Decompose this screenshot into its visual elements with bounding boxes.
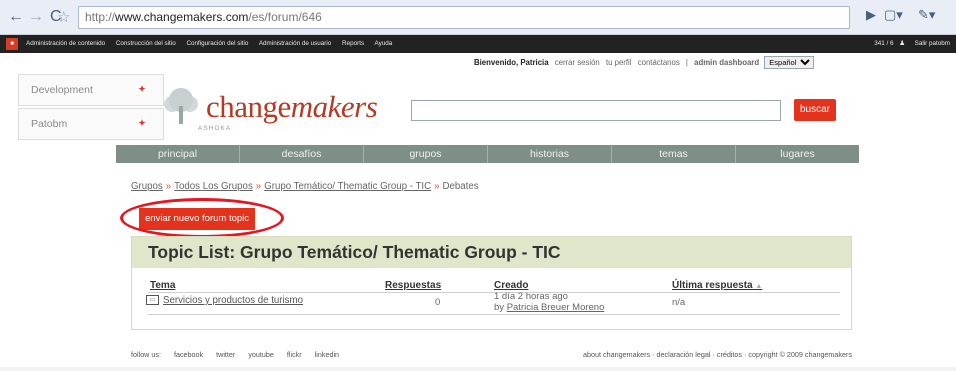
table-row: ▭ Servicios y productos de turismo (146, 295, 303, 306)
page-bottom-edge (0, 367, 956, 371)
admin-dashboard-link[interactable]: admin dashboard (694, 58, 759, 67)
breadcrumb-grupos[interactable]: Grupos (131, 181, 163, 192)
last-reply: n/a (672, 297, 686, 308)
play-icon[interactable]: ▶ (866, 7, 876, 23)
footer-link-flickr[interactable]: flickr (287, 350, 302, 359)
breadcrumb-separator: » (434, 181, 440, 192)
nav-item-grupos[interactable]: grupos (364, 145, 488, 163)
ashoka-label: ASHOKA (198, 125, 232, 132)
side-tab-label: Development (31, 84, 93, 96)
admin-menu-help[interactable]: Ayuda (375, 40, 393, 47)
column-header-ultima-respuesta[interactable]: Última respuesta ▲ (672, 280, 762, 291)
column-header-tema[interactable]: Tema (150, 280, 175, 291)
nav-item-lugares[interactable]: lugares (736, 145, 859, 163)
admin-menu-reports[interactable]: Reports (342, 40, 364, 47)
tools-menu-icon[interactable]: ✎▾ (918, 7, 935, 23)
profile-link[interactable]: tu perfil (606, 58, 632, 67)
nav-item-desafios[interactable]: desafíos (240, 145, 364, 163)
tree-logo-icon (164, 88, 198, 124)
topic-icon: ▭ (146, 295, 159, 306)
browser-toolbar: ← → C ☆ http://www.changemakers.com/es/f… (0, 0, 956, 35)
breadcrumb-current: Debates (442, 181, 479, 192)
topic-link[interactable]: Servicios y productos de turismo (163, 295, 303, 306)
bookmark-star-icon[interactable]: ☆ (57, 7, 70, 28)
replies-count: 0 (435, 297, 441, 308)
admin-logo-icon[interactable]: ■ (6, 38, 18, 50)
breadcrumb: Grupos» Todos Los Grupos» Grupo Temático/ … (131, 181, 479, 192)
search-button[interactable]: buscar (794, 99, 836, 121)
logout-link[interactable]: cerrar sesión (555, 58, 600, 67)
admin-menu-bar: ■ Administración de contenido Construcci… (0, 35, 956, 53)
footer-link-twitter[interactable]: twitter (216, 350, 235, 359)
topic-list-panel: Topic List: Grupo Temático/ Thematic Gro… (131, 236, 852, 330)
user-icon: ♟ (899, 40, 905, 47)
brand-part-makers: makers (290, 89, 378, 124)
url-domain: www.changemakers.com (115, 10, 249, 24)
brand-part-change: change (206, 89, 291, 124)
contact-link[interactable]: contáctanos (638, 58, 680, 67)
admin-menu-content[interactable]: Administración de contenido (26, 40, 105, 47)
breadcrumb-separator: » (165, 181, 172, 192)
sort-ascending-icon: ▲ (755, 283, 763, 290)
main-nav: principal desafíos grupos historias tema… (116, 145, 859, 163)
breadcrumb-grupo-tematico[interactable]: Grupo Temático/ Thematic Group - TIC (264, 181, 431, 192)
side-tab-patobm[interactable]: Patobm ✦ (18, 108, 164, 140)
nav-item-temas[interactable]: temas (612, 145, 736, 163)
new-forum-topic-button[interactable]: enviar nuevo forum topic (139, 208, 256, 230)
column-header-respuestas[interactable]: Respuestas (385, 280, 441, 291)
nav-item-historias[interactable]: historias (488, 145, 612, 163)
created-ago: 1 día 2 horas ago (494, 291, 568, 302)
admin-menu-site-config[interactable]: Configuración del sitio (186, 40, 248, 47)
admin-counter: 341 / 6 (874, 40, 894, 47)
footer-link-youtube[interactable]: youtube (248, 350, 274, 359)
side-tab-label: Patobm (31, 118, 68, 130)
admin-menu-site-building[interactable]: Construcción del sitio (116, 40, 176, 47)
created-by-prefix: by (494, 302, 505, 313)
url-prefix: http:// (85, 10, 116, 24)
user-links: Bienvenido, Patricia cerrar sesión tu pe… (474, 56, 815, 70)
topic-list-title: Topic List: Grupo Temático/ Thematic Gro… (148, 242, 561, 262)
side-tab-development[interactable]: Development ✦ (18, 74, 164, 106)
nav-item-principal[interactable]: principal (116, 145, 240, 163)
link-separator: | (685, 58, 688, 67)
language-select[interactable]: Español (764, 56, 815, 69)
welcome-text: Bienvenido, Patricia (474, 58, 549, 67)
url-path: /es/forum/646 (248, 10, 322, 24)
breadcrumb-todos-los-grupos[interactable]: Todos Los Grupos (174, 181, 253, 192)
column-header-creado[interactable]: Creado (494, 280, 528, 291)
footer-link-facebook[interactable]: facebook (174, 350, 203, 359)
column-header-label: Última respuesta (672, 280, 753, 291)
row-divider (148, 314, 840, 315)
footer-link-linkedin[interactable]: linkedin (315, 350, 339, 359)
canada-flag-icon: ✦ (136, 119, 148, 128)
footer-legal: about changemakers · declaración legal ·… (583, 350, 852, 359)
follow-us-label: follow us: (131, 350, 161, 359)
logout-admin-link[interactable]: Salir patobm (915, 40, 950, 47)
canada-flag-icon: ✦ (136, 85, 148, 94)
footer-social: follow us: facebook twitter youtube flic… (131, 350, 350, 359)
address-bar[interactable]: ☆ http://www.changemakers.com/es/forum/6… (57, 6, 850, 29)
author-link[interactable]: Patricia Breuer Moreno (507, 302, 605, 313)
search-input[interactable] (411, 100, 781, 121)
admin-menu-users[interactable]: Administración de usuario (259, 40, 331, 47)
breadcrumb-separator: » (255, 181, 262, 192)
forward-icon[interactable]: → (28, 7, 44, 27)
back-icon[interactable]: ← (8, 7, 24, 27)
page-menu-icon[interactable]: ▢▾ (884, 7, 903, 23)
created-by: by Patricia Breuer Moreno (494, 302, 604, 313)
changemakers-logo[interactable]: changemakers (206, 89, 378, 124)
